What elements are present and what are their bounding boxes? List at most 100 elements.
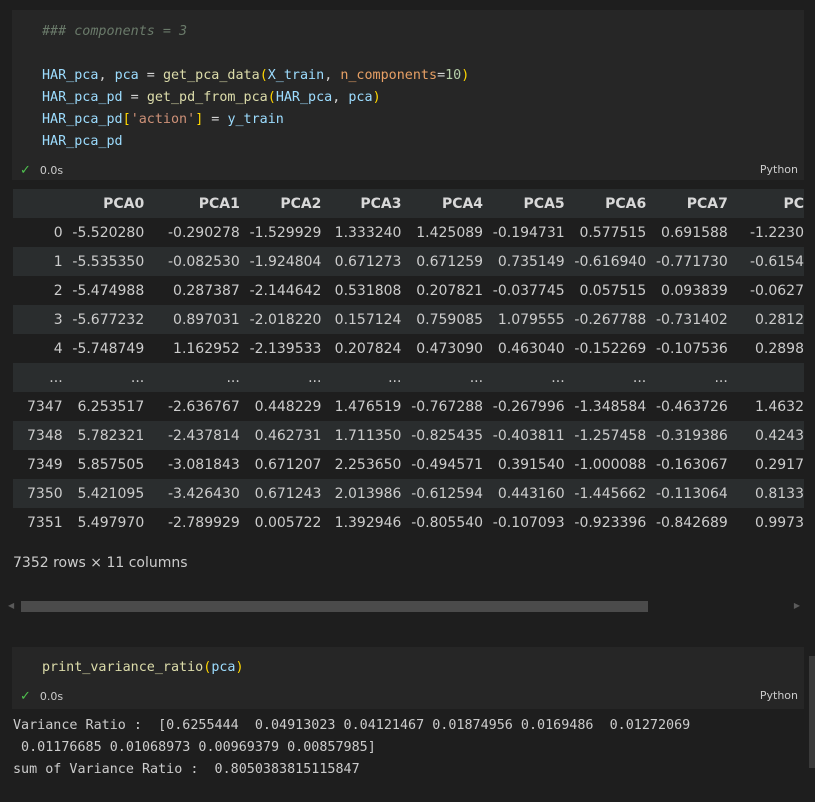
- code-line-6: HAR_pca_pd: [42, 134, 123, 149]
- table-cell: ...: [632, 369, 647, 386]
- table-cell: ...: [388, 369, 402, 386]
- table-cell: -2.437814: [167, 427, 240, 444]
- table-cell: 0.207821: [416, 282, 484, 299]
- language-label[interactable]: Python: [760, 689, 798, 702]
- table-cell: 0.391540: [497, 456, 565, 473]
- table-cell: 0.671273: [334, 253, 402, 270]
- column-header: PCA6: [564, 189, 647, 218]
- table-cell: -2.789929: [167, 514, 240, 531]
- table-cell: 0.759085: [416, 311, 484, 328]
- vertical-scrollbar[interactable]: [809, 656, 815, 768]
- row-index: ...: [49, 369, 63, 386]
- check-icon: ✓: [20, 689, 31, 704]
- code-line-1: ### components = 3: [42, 24, 188, 39]
- table-cell: -0.113064: [655, 485, 728, 502]
- table-cell: -0.616940: [574, 253, 647, 270]
- table-cell: 0.448229: [254, 398, 322, 415]
- table-cell: -0.731402: [655, 311, 728, 328]
- table-cell: -0.612594: [411, 485, 484, 502]
- table-cell: 0.443160: [497, 485, 565, 502]
- table-cell: -0.0627: [749, 282, 804, 299]
- table-cell: -0.825435: [411, 427, 484, 444]
- index-header: [13, 189, 63, 218]
- row-index: 7351: [27, 514, 63, 531]
- table-header-row: PCA0 PCA1 PCA2 PCA3 PCA4 PCA5 PCA6 PCA7 PC: [13, 189, 804, 218]
- dataframe-output: PCA0 PCA1 PCA2 PCA3 PCA4 PCA5 PCA6 PCA7 PC 0 -5.5…: [13, 189, 804, 544]
- table-cell: 0.057515: [579, 282, 647, 299]
- execution-time: 0.0s: [39, 690, 64, 703]
- language-label[interactable]: Python: [760, 163, 798, 176]
- table-row: 7350 5.421095 -3.426430 0.671243 2.013986 -0.…: [13, 479, 804, 508]
- table-cell: 0.463040: [497, 340, 565, 357]
- table-row: 1 -5.535350 -0.082530 -1.924804 0.671273 0.67…: [13, 247, 804, 276]
- table-cell: -1.529929: [249, 224, 322, 241]
- table-cell: -0.107536: [655, 340, 728, 357]
- table-cell: 0.005722: [254, 514, 322, 531]
- table-row: 7349 5.857505 -3.081843 0.671207 2.253650 -0.…: [13, 450, 804, 479]
- column-header: PCA7: [646, 189, 728, 218]
- table-cell: -0.290278: [167, 224, 240, 241]
- variance-output: Variance Ratio : [0.6255444 0.04913023 0…: [13, 715, 690, 781]
- horizontal-scrollbar[interactable]: ◀ ▶: [8, 598, 800, 614]
- table-cell: -5.748749: [72, 340, 145, 357]
- chevron-left-icon[interactable]: ◀: [8, 601, 14, 610]
- table-cell: -0.403811: [492, 427, 565, 444]
- row-index: 7347: [27, 398, 63, 415]
- table-cell: 0.9973: [755, 514, 804, 531]
- table-cell: 1.162952: [173, 340, 240, 357]
- table-cell: -0.463726: [655, 398, 728, 415]
- table-cell: 0.577515: [579, 224, 647, 241]
- table-cell: -0.494571: [411, 456, 484, 473]
- table-cell: 1.333240: [334, 224, 402, 241]
- table-cell: -1.000088: [574, 456, 647, 473]
- row-index: 3: [53, 311, 63, 328]
- dataframe-summary: 7352 rows × 11 columns: [13, 555, 188, 571]
- table-cell: -1.924804: [249, 253, 322, 270]
- table-cell: ...: [226, 369, 240, 386]
- table-cell: -1.2230: [749, 224, 804, 241]
- table-cell: [728, 363, 804, 392]
- code-cell-variance[interactable]: print_variance_ratio(pca) ✓ 0.0s Python: [12, 647, 804, 709]
- scrollbar-thumb[interactable]: [21, 601, 648, 612]
- column-header: PCA1: [158, 189, 240, 218]
- column-header: PCA2: [239, 189, 322, 218]
- code-line-3: HAR_pca, pca = get_pca_data(X_train, n_c…: [42, 68, 470, 83]
- table-cell: 0.531808: [334, 282, 402, 299]
- table-cell: -0.6154: [749, 253, 804, 270]
- table-cell: -0.771730: [655, 253, 728, 270]
- row-index: 7349: [27, 456, 63, 473]
- table-cell: ...: [714, 369, 728, 386]
- chevron-right-icon[interactable]: ▶: [794, 601, 800, 610]
- table-cell: ...: [551, 369, 565, 386]
- table-cell: -0.267788: [574, 311, 647, 328]
- table-cell: -2.636767: [167, 398, 240, 415]
- column-header: PCA3: [321, 189, 402, 218]
- table-cell: -2.018220: [249, 311, 322, 328]
- table-cell: 0.093839: [661, 282, 728, 299]
- execution-status: ✓ 0.0s: [20, 163, 63, 178]
- column-header: PCA5: [483, 189, 565, 218]
- table-cell: -0.163067: [655, 456, 728, 473]
- table-cell: -1.348584: [574, 398, 647, 415]
- table-cell: 0.8133: [755, 485, 804, 502]
- table-cell: ...: [308, 369, 322, 386]
- table-cell: 6.253517: [77, 398, 145, 415]
- table-cell: 1.079555: [497, 311, 565, 328]
- table-cell: 0.4243: [755, 427, 804, 444]
- table-cell: -5.535350: [72, 253, 145, 270]
- code-line-4: HAR_pca_pd = get_pd_from_pca(HAR_pca, pc…: [42, 90, 381, 105]
- code-editor[interactable]: ### components = 3 HAR_pca, pca = get_pc…: [42, 21, 469, 153]
- row-index: 4: [53, 340, 63, 357]
- code-cell-pca[interactable]: ### components = 3 HAR_pca, pca = get_pc…: [12, 10, 804, 180]
- execution-status: ✓ 0.0s: [20, 689, 63, 704]
- code-editor[interactable]: print_variance_ratio(pca): [42, 657, 244, 679]
- table-row: 7351 5.497970 -2.789929 0.005722 1.392946 -0.…: [13, 508, 804, 537]
- table-cell: -0.267996: [492, 398, 565, 415]
- table-cell: 0.2898: [755, 340, 804, 357]
- table-cell: 0.473090: [416, 340, 484, 357]
- table-cell: 0.2812: [755, 311, 804, 328]
- table-cell: 0.735149: [497, 253, 565, 270]
- table-cell: -5.677232: [72, 311, 145, 328]
- table-cell: -5.520280: [72, 224, 145, 241]
- table-cell: -2.139533: [249, 340, 322, 357]
